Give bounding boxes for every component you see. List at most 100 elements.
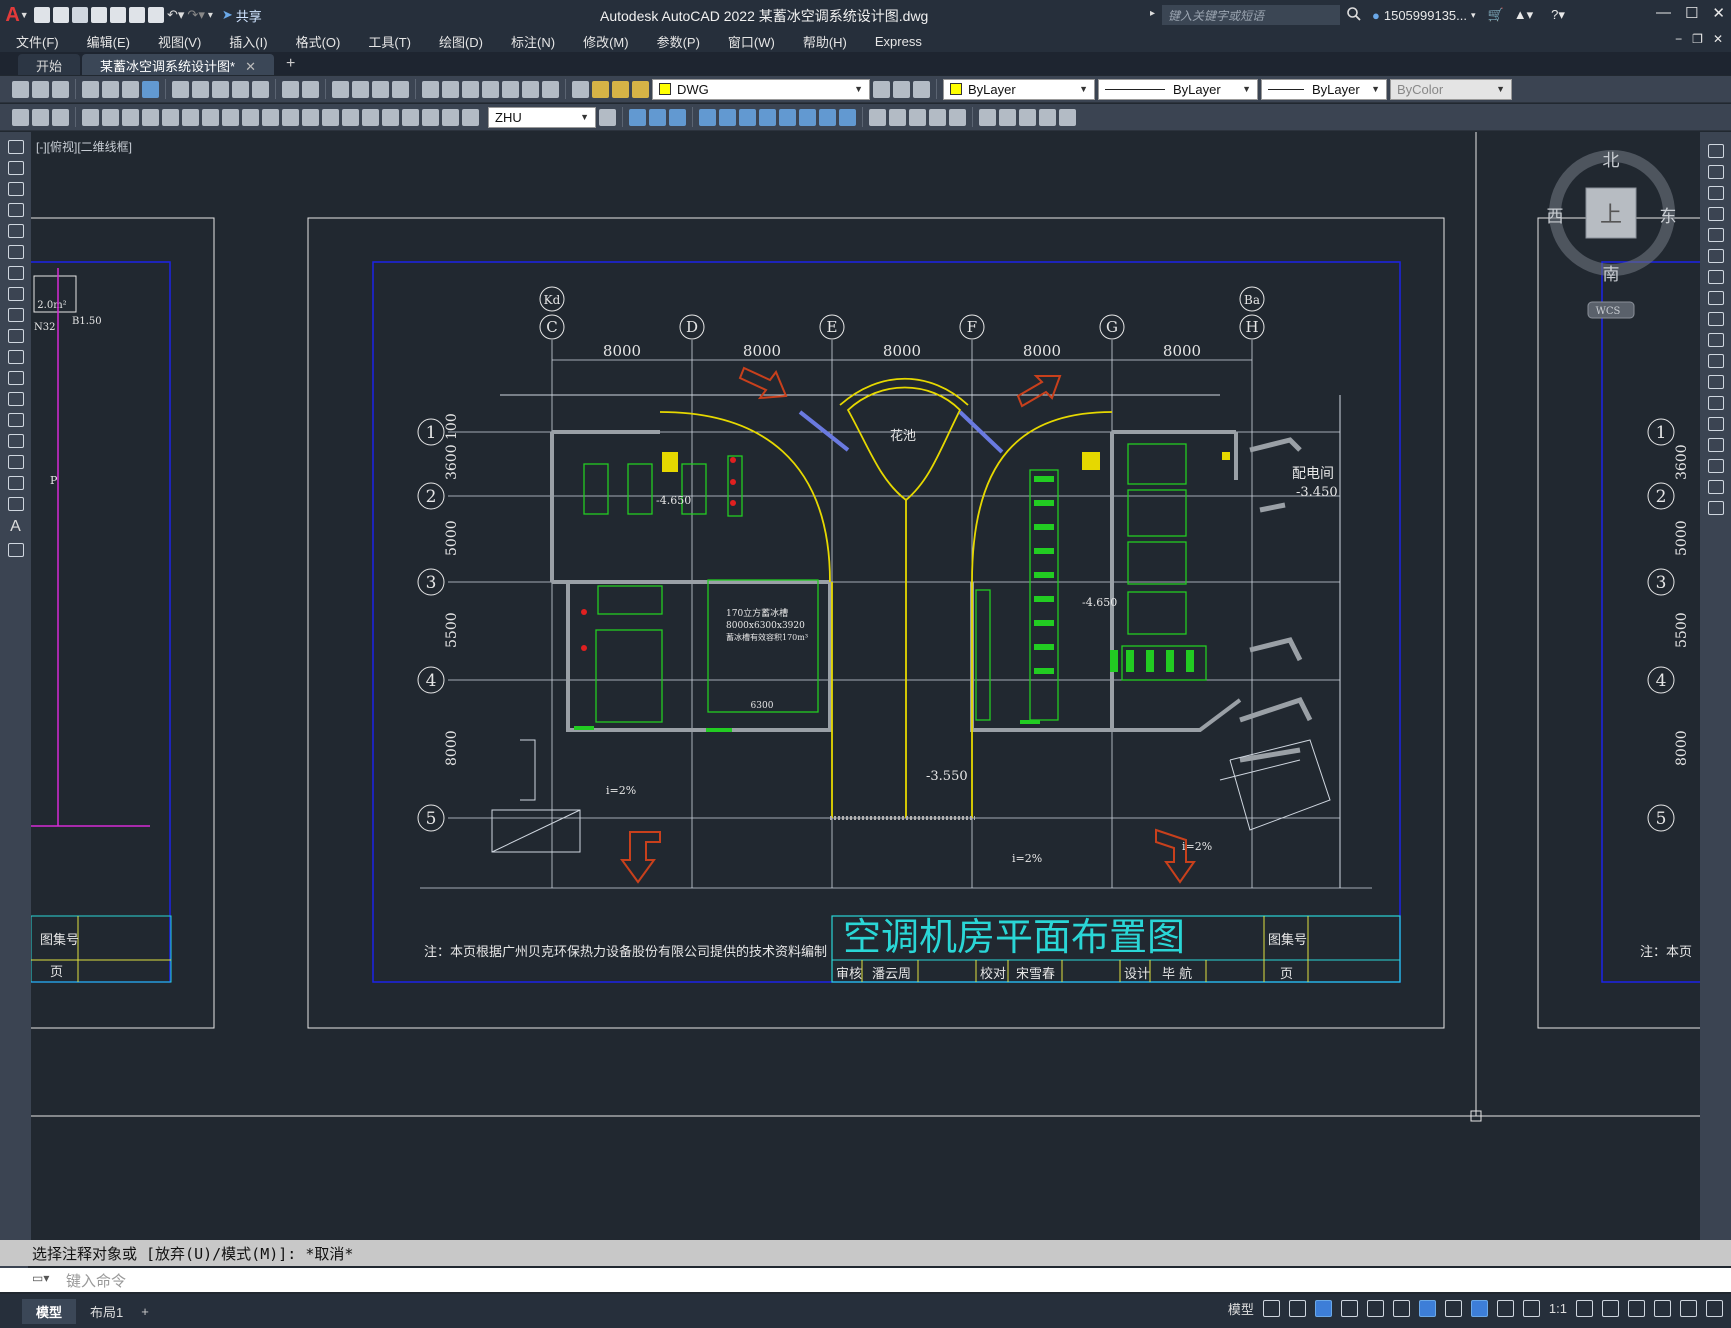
sheet-set-icon[interactable] [482,80,499,98]
publish-icon[interactable] [122,80,139,98]
hatch-edit-icon[interactable] [12,108,29,126]
copy-object-icon[interactable] [629,108,646,126]
save-icon[interactable] [72,7,88,23]
new-icon[interactable] [34,7,50,23]
ellipse-icon[interactable] [7,329,24,343]
pan-icon[interactable] [332,80,349,98]
extend-icon[interactable] [799,108,816,126]
grid-icon[interactable] [1262,1300,1280,1317]
dim-space-icon[interactable] [302,108,319,126]
chamfer-icon[interactable] [1707,438,1724,452]
chevron-right-icon[interactable]: ▸ [1150,8,1155,19]
layer-lock-icon[interactable] [632,80,649,98]
viewcube-east[interactable]: 东 [1660,207,1677,227]
stretch-icon[interactable] [759,108,776,126]
dim-continue-icon[interactable] [282,108,299,126]
copy-icon[interactable] [192,80,209,98]
plus-icon[interactable] [1602,1300,1619,1317]
customize-qat-icon[interactable]: ▾ [208,10,213,21]
annotation-scale-icon[interactable] [1522,1300,1540,1317]
ortho-icon[interactable] [1314,1300,1332,1317]
trim-icon[interactable] [779,108,796,126]
search-icon[interactable] [1346,6,1362,22]
insert-block-icon[interactable] [7,371,24,385]
menu-parametric[interactable]: 参数(P) [641,32,712,51]
dim-angular-icon[interactable] [222,108,239,126]
user-account[interactable]: ● 1505999135... ▾ 🛒 ▲▾ ?▾ [1372,7,1565,23]
doc-minimize-icon[interactable]: − [1675,32,1682,46]
ellipse-arc-icon[interactable] [7,350,24,364]
new-icon[interactable] [12,80,29,98]
dim-arc-icon[interactable] [122,108,139,126]
mirror-icon[interactable] [649,108,666,126]
undo-icon[interactable]: ↶▾ [167,7,184,23]
viewcube-face[interactable]: 上 [1600,203,1622,228]
insert-block-icon[interactable] [52,108,69,126]
unisolate-icon[interactable] [1059,108,1076,126]
open-icon[interactable] [32,80,49,98]
join-icon[interactable] [1707,417,1724,431]
plot-icon[interactable] [82,80,99,98]
hide-icon[interactable] [1039,108,1056,126]
erase-icon[interactable] [1707,144,1724,158]
tab-layout1[interactable]: 布局1 [76,1299,137,1324]
layer-on-icon[interactable] [592,80,609,98]
dim-break-icon[interactable] [322,108,339,126]
save-to-web-icon[interactable] [129,7,145,23]
help-icon[interactable] [542,80,559,98]
dim-linear-icon[interactable] [82,108,99,126]
polyline-icon[interactable] [7,182,24,196]
scale-icon[interactable] [1707,291,1724,305]
help-icon[interactable]: ?▾ [1551,7,1565,23]
clean-screen-icon[interactable] [1680,1300,1697,1317]
dimstyle-dropdown[interactable]: ZHU ▼ [488,106,596,128]
draworder-icon[interactable] [929,108,946,126]
quick-dim-icon[interactable] [242,108,259,126]
circle-icon[interactable] [7,266,24,280]
offset-icon[interactable] [1707,207,1724,221]
open-icon[interactable] [53,7,69,23]
break-at-point-icon[interactable] [1707,375,1724,389]
break-icon[interactable] [1707,396,1724,410]
move-icon[interactable] [1707,249,1724,263]
construction-line-icon[interactable] [7,161,24,175]
explode-icon[interactable] [1707,501,1724,515]
isodraft-icon[interactable] [1366,1300,1384,1317]
array-icon[interactable] [949,108,966,126]
autodesk-app-icon[interactable]: ▲▾ [1514,7,1533,23]
mtext-icon[interactable]: A [10,518,21,536]
trim-icon[interactable] [1707,333,1724,347]
move-icon[interactable] [699,108,716,126]
calculator-icon[interactable] [522,80,539,98]
offset-icon[interactable] [669,108,686,126]
zoom-window-icon[interactable] [372,80,389,98]
revcloud-icon[interactable] [7,287,24,301]
share-button[interactable]: ➤ 共享 [222,6,262,25]
dim-text-edit-icon[interactable] [442,108,459,126]
plot-icon[interactable] [148,7,164,23]
tool-palettes-icon[interactable] [462,80,479,98]
region-icon[interactable] [7,476,24,490]
viewport-controls[interactable]: [-][俯视][二维线框] [36,138,132,155]
viewcube-south[interactable]: 南 [1603,265,1620,285]
isolate-objects-icon[interactable] [1654,1300,1671,1317]
jogged-linear-icon[interactable] [402,108,419,126]
menu-insert[interactable]: 插入(I) [213,32,279,51]
plotstyle-dropdown[interactable]: ByColor ▼ [1390,78,1512,100]
spline-icon[interactable] [7,308,24,322]
blend-icon[interactable] [1707,480,1724,494]
block-editor-icon[interactable] [252,80,269,98]
layer-state-icon[interactable] [913,80,930,98]
tab-model[interactable]: 模型 [22,1298,77,1324]
paste-icon[interactable] [212,80,229,98]
cut-icon[interactable] [172,80,189,98]
rotate-icon[interactable] [719,108,736,126]
save-as-icon[interactable] [91,7,107,23]
add-selected-icon[interactable] [7,543,24,557]
menu-tools[interactable]: 工具(T) [352,32,423,51]
model-space-toggle[interactable]: 模型 [1228,1299,1254,1318]
viewcube-west[interactable]: 西 [1547,207,1564,227]
preview-icon[interactable] [102,80,119,98]
tab-close-icon[interactable]: ✕ [245,59,256,74]
wcs-menu[interactable]: WCS [1596,306,1621,317]
